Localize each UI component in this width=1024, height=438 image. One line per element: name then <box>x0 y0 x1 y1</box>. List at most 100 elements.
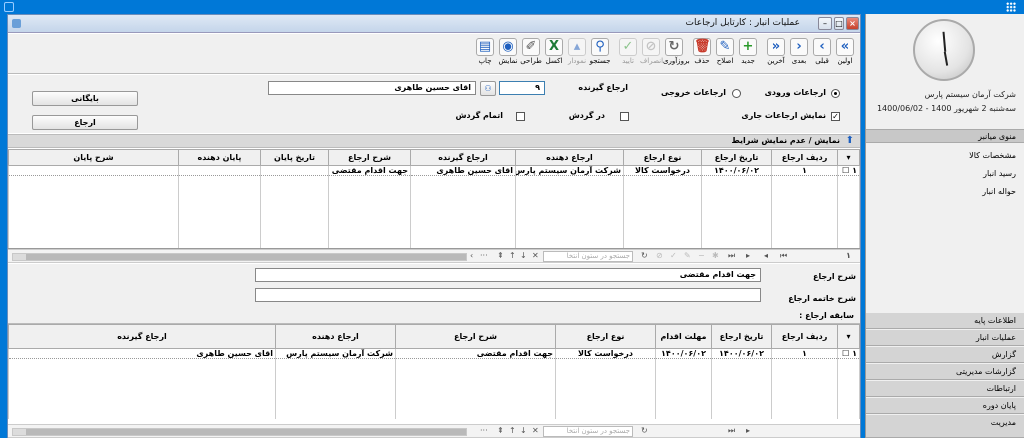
column-header[interactable]: تاریخ ارجاع <box>711 324 772 349</box>
section-report[interactable]: گزارش <box>866 347 1024 363</box>
more-icon[interactable]: ··· <box>480 251 488 260</box>
confirm-small-icon[interactable]: ✓ <box>670 251 677 260</box>
delete-button[interactable]: 🗑 حذف <box>691 36 713 72</box>
refresh-small-icon[interactable]: ↻ <box>641 251 648 260</box>
recipient-name-input[interactable]: اقای حسین طاهری <box>268 81 476 95</box>
section-communications[interactable]: ارتباطات <box>866 381 1024 397</box>
shortcut-menu-header[interactable]: منوی میانبر <box>866 129 1024 143</box>
incoming-radio[interactable] <box>831 89 840 98</box>
more-icon[interactable]: ··· <box>480 426 488 435</box>
confirm-button[interactable]: ✓ تایید <box>617 36 639 72</box>
column-header[interactable]: شرح ارجاع <box>395 324 556 349</box>
next-page-icon[interactable]: ▸ <box>746 426 750 435</box>
referrals-window: عملیات انبار : کارتابل ارجاعات – □ × «او… <box>7 14 861 438</box>
view-button[interactable]: ◉ نمایش <box>497 36 519 72</box>
toggle-conditions-bar[interactable]: ⬆ نمایش / عدم نمایش شرایط <box>8 134 860 148</box>
column-header[interactable]: ردیف ارجاع <box>771 149 838 166</box>
move-down-icon[interactable]: ↓ <box>520 426 527 435</box>
maximize-button[interactable]: □ <box>834 17 844 30</box>
edit-small-icon[interactable]: ✎ <box>684 251 691 260</box>
delete-small-icon[interactable]: − <box>698 251 705 260</box>
section-management-reports[interactable]: گزارشات مدیریتی <box>866 364 1024 380</box>
refresh-button[interactable]: ↻ بروزآوری <box>663 36 690 72</box>
scroll-left-icon[interactable]: ‹ <box>470 251 473 260</box>
menu-item-receipt[interactable]: رسید انبار <box>983 169 1016 178</box>
recipient-code-input[interactable]: ۹ <box>499 81 545 95</box>
archive-button[interactable]: بایگانی <box>32 91 138 106</box>
next-button[interactable]: › بعدی <box>788 36 810 72</box>
add-small-icon[interactable]: ✱ <box>712 251 719 260</box>
prev-button[interactable]: ‹ قبلی <box>811 36 833 72</box>
column-header[interactable]: ارجاع گیرنده <box>8 324 276 349</box>
move-up-icon[interactable]: ↑ <box>509 426 516 435</box>
in-circulation-checkbox[interactable] <box>620 112 629 121</box>
column-header[interactable]: ارجاع دهنده <box>515 149 624 166</box>
column-search-input[interactable]: جستجو در ستون انتخا <box>543 251 633 262</box>
desc-input[interactable]: جهت اقدام مقتضی <box>255 268 761 282</box>
next-page-icon[interactable]: ▸ <box>746 251 750 260</box>
design-button[interactable]: ✐ طراحی <box>520 36 542 72</box>
cancel-button[interactable]: ⊘ انصراف <box>640 36 663 72</box>
menu-item-remittance[interactable]: حواله انبار <box>982 187 1016 196</box>
close-button[interactable]: × <box>846 17 859 30</box>
table-row[interactable]: ۱ ☐ ۱ ۱۴۰۰/۰۶/۰۲ درخواست کالا شرکت آرمان… <box>8 165 860 176</box>
first-icon: « <box>836 38 854 56</box>
column-header[interactable]: شرح پایان <box>8 149 179 166</box>
table-cell: ۱۴۰۰/۰۶/۰۲ <box>711 348 772 359</box>
column-header[interactable]: تاریخ ارجاع <box>701 149 772 166</box>
move-up-icon[interactable]: ↑ <box>509 251 516 260</box>
edit-button[interactable]: ✎ اصلاح <box>714 36 736 72</box>
show-current-checkbox[interactable]: ✓ <box>831 112 840 121</box>
column-selector[interactable]: ▾ <box>837 149 860 166</box>
refer-button[interactable]: ارجاع <box>32 115 138 130</box>
first-button[interactable]: «اولین <box>834 36 856 72</box>
end-circulation-checkbox[interactable] <box>516 112 525 121</box>
end-desc-input[interactable] <box>255 288 761 302</box>
horizontal-scrollbar[interactable] <box>12 428 467 436</box>
section-period-end[interactable]: پایان دوره <box>866 398 1024 414</box>
first-page-icon[interactable]: ⏮ <box>780 251 787 261</box>
excel-button[interactable]: X اکسل <box>543 36 565 72</box>
refresh-small-icon[interactable]: ↻ <box>641 426 648 435</box>
last-button[interactable]: » آخرین <box>765 36 787 72</box>
chart-button[interactable]: ▴ نمودار <box>566 36 588 72</box>
row-indicator[interactable]: ۱ ☐ <box>837 165 860 176</box>
move-top-icon[interactable]: ⇞ <box>497 251 504 260</box>
cancel-small-icon[interactable]: ⊘ <box>656 251 663 260</box>
column-search-input[interactable]: جستجو در ستون انتخا <box>543 426 633 437</box>
move-down-icon[interactable]: ↓ <box>520 251 527 260</box>
horizontal-scrollbar[interactable] <box>12 253 467 261</box>
print-button[interactable]: ▤ چاپ <box>474 36 496 72</box>
column-header[interactable]: نوع ارجاع <box>623 149 702 166</box>
move-top-icon[interactable]: ⇞ <box>497 426 504 435</box>
clear-icon[interactable]: ✕ <box>532 426 539 435</box>
column-header[interactable]: شرح ارجاع <box>328 149 411 166</box>
last-page-icon[interactable]: ⏭ <box>728 251 735 261</box>
clear-icon[interactable]: ✕ <box>532 251 539 260</box>
column-header[interactable]: ارجاع گیرنده <box>410 149 516 166</box>
table-cell: شرکت آرمان سیستم پارس <box>275 348 396 359</box>
prev-page-icon[interactable]: ◂ <box>764 251 768 260</box>
column-header[interactable]: ردیف ارجاع <box>771 324 838 349</box>
last-page-icon[interactable]: ⏭ <box>728 426 735 436</box>
minimize-button[interactable]: – <box>818 17 832 30</box>
history-header: سابقه ارجاع : <box>8 309 860 324</box>
menu-item-goods-spec[interactable]: مشخصات کالا <box>969 151 1016 160</box>
add-icon: + <box>739 38 757 56</box>
column-header[interactable]: تاریخ پایان <box>260 149 329 166</box>
apps-grid-icon[interactable] <box>1006 2 1016 12</box>
section-warehouse-ops[interactable]: عملیات انبار <box>866 330 1024 346</box>
new-button[interactable]: + جدید <box>737 36 759 72</box>
section-administration[interactable]: مدیریت <box>866 415 1024 438</box>
binoculars-icon[interactable]: ⚇ <box>480 81 496 96</box>
column-header[interactable]: پایان دهنده <box>178 149 261 166</box>
search-button[interactable]: ⚲ جستجو <box>589 36 611 72</box>
column-header[interactable]: مهلت اقدام <box>655 324 712 349</box>
column-header[interactable]: نوع ارجاع <box>555 324 656 349</box>
outgoing-radio[interactable] <box>732 89 741 98</box>
table-row[interactable]: ۱ ☐ ۱ ۱۴۰۰/۰۶/۰۲ ۱۴۰۰/۰۶/۰۲ درخواست کالا… <box>8 348 860 359</box>
row-indicator[interactable]: ۱ ☐ <box>837 348 860 359</box>
column-selector[interactable]: ▾ <box>837 324 860 349</box>
section-basic-info[interactable]: اطلاعات پایه <box>866 313 1024 329</box>
column-header[interactable]: ارجاع دهنده <box>275 324 396 349</box>
